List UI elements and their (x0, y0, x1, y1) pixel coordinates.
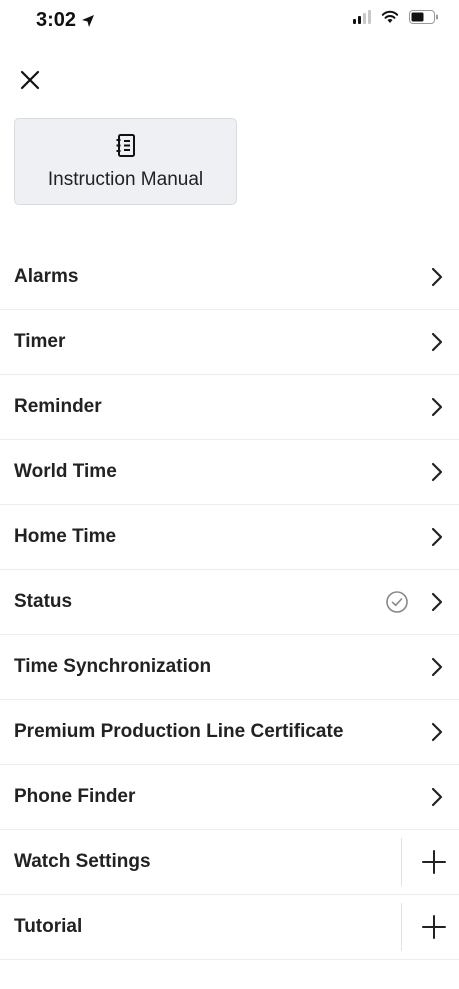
plus-icon[interactable] (421, 849, 447, 875)
instruction-manual-button[interactable]: Instruction Manual (14, 118, 237, 205)
menu-item-status[interactable]: Status (0, 570, 459, 635)
settings-menu: Alarms Timer Reminder World Time Home Ti… (0, 245, 459, 960)
vertical-divider (401, 838, 402, 886)
menu-item-label: World Time (14, 461, 117, 482)
menu-item-watch-settings[interactable]: Watch Settings (0, 830, 459, 895)
chevron-right-icon (431, 397, 443, 417)
battery-icon (409, 10, 438, 24)
status-time-text: 3:02 (36, 9, 77, 31)
status-icons (353, 10, 439, 24)
menu-item-label: Phone Finder (14, 786, 136, 807)
close-icon (20, 70, 40, 90)
location-arrow-icon (82, 14, 95, 27)
manual-icon (116, 133, 135, 157)
chevron-right-icon (431, 527, 443, 547)
close-button[interactable] (14, 64, 46, 96)
chevron-right-icon (431, 267, 443, 287)
menu-item-label: Status (14, 591, 73, 612)
menu-item-label: Time Synchronization (14, 656, 212, 677)
menu-item-label: Tutorial (14, 916, 83, 937)
menu-item-label: Watch Settings (14, 851, 151, 872)
chevron-right-icon (431, 787, 443, 807)
menu-item-tutorial[interactable]: Tutorial (0, 895, 459, 960)
menu-item-world-time[interactable]: World Time (0, 440, 459, 505)
vertical-divider (401, 903, 402, 951)
menu-item-time-synchronization[interactable]: Time Synchronization (0, 635, 459, 700)
wifi-icon (381, 10, 399, 23)
menu-item-alarms[interactable]: Alarms (0, 245, 459, 310)
menu-item-home-time[interactable]: Home Time (0, 505, 459, 570)
plus-icon[interactable] (421, 914, 447, 940)
chevron-right-icon (431, 722, 443, 742)
menu-item-label: Premium Production Line Certificate (14, 721, 344, 742)
menu-item-reminder[interactable]: Reminder (0, 375, 459, 440)
instruction-manual-label: Instruction Manual (47, 168, 204, 190)
status-bar: 3:02 (0, 0, 459, 40)
chevron-right-icon (431, 332, 443, 352)
chevron-right-icon (431, 592, 443, 612)
menu-item-label: Timer (14, 331, 66, 352)
menu-item-label: Home Time (14, 526, 117, 547)
menu-item-timer[interactable]: Timer (0, 310, 459, 375)
chevron-right-icon (431, 462, 443, 482)
check-circle-icon (386, 591, 408, 613)
chevron-right-icon (431, 657, 443, 677)
menu-item-label: Alarms (14, 266, 79, 287)
menu-item-label: Reminder (14, 396, 102, 417)
cellular-signal-icon (353, 10, 371, 24)
menu-item-premium-certificate[interactable]: Premium Production Line Certificate (0, 700, 459, 765)
menu-item-phone-finder[interactable]: Phone Finder (0, 765, 459, 830)
status-time: 3:02 (36, 9, 95, 32)
